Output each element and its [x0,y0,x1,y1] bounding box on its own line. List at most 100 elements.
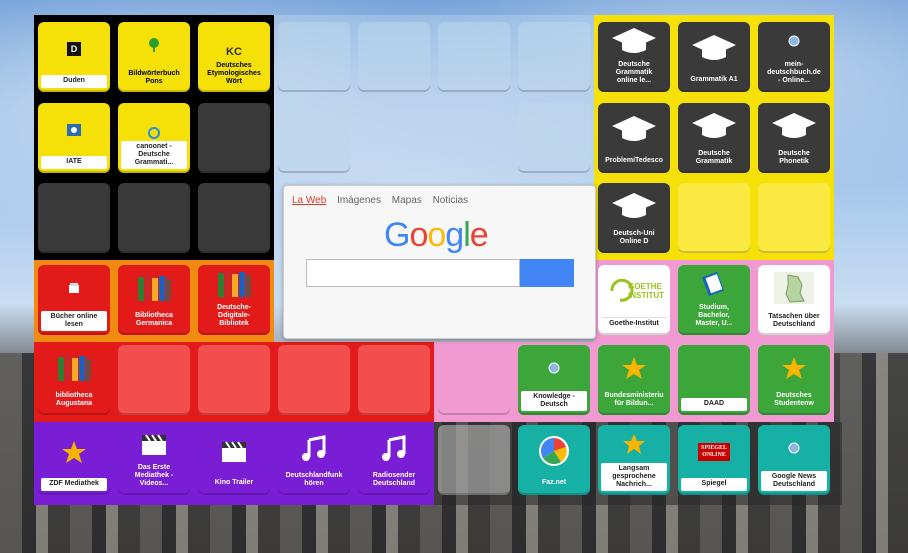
tile-zdf-mediathek[interactable]: ZDF Mediathek [38,425,110,495]
pons-icon [118,22,190,68]
graduation-cap-icon [598,103,670,155]
iate-icon [38,103,110,156]
tile-label: Spiegel [681,478,747,491]
search-button[interactable] [520,259,574,287]
tile-empty[interactable] [358,22,430,92]
tile-problemitedesco[interactable]: ProblemiTedesco [598,103,670,173]
tile-iate[interactable]: IATE [38,103,110,173]
star-icon [758,345,830,390]
tile-langsam-nachrichten[interactable]: Langsam gesprochene Nachrich... [598,425,670,495]
tile-empty[interactable] [518,22,590,92]
tile-empty[interactable] [278,103,350,173]
svg-text:GOETHE: GOETHE [628,282,662,291]
tile-das-erste-mediathek[interactable]: Das Erste Mediathek - Videos... [118,425,190,495]
tab-maps[interactable]: Mapas [392,195,422,206]
tile-deutsch-uni-online[interactable]: Deutsch-Uni Online D [598,183,670,253]
tile-label: IATE [41,156,107,169]
book-reader-icon [38,265,110,311]
tile-bibliotheca-augustana[interactable]: bibliotheca Augustana [38,345,110,415]
graduation-cap-icon [758,103,830,148]
tile-empty[interactable] [438,345,510,415]
music-note-icon [278,425,350,470]
tile-kino-trailer[interactable]: Kino Trailer [198,425,270,495]
books-icon [38,345,110,390]
tile-goethe-institut[interactable]: GOETHE INSTITUT Goethe-Institut [598,265,670,335]
tile-label: Knowledge - Deutsch [521,391,587,411]
tile-duden[interactable]: D Duden [38,22,110,92]
goethe-logo-icon: GOETHE INSTITUT [598,265,670,317]
tile-label: Deutsche Phonetik [778,150,810,165]
tab-images[interactable]: Imágenes [337,195,381,206]
book-icon [678,265,750,302]
graduation-cap-icon [678,103,750,148]
graduation-cap-icon [598,22,670,59]
tile-empty[interactable] [758,183,830,253]
germany-map-icon [758,265,830,311]
tile-bibliotheca-germanica[interactable]: Bibliotheca Germanica [118,265,190,335]
color-wheel-icon [518,425,590,477]
tile-empty[interactable] [198,345,270,415]
tile-bucher-online[interactable]: Bücher online lesen [38,265,110,335]
tile-empty[interactable] [198,183,270,253]
tile-faz[interactable]: Faz.net [518,425,590,495]
tile-label: Deutschlandfunk hören [285,472,343,487]
tile-label: Bücher online lesen [41,311,107,331]
tile-empty[interactable] [278,345,350,415]
tile-empty[interactable] [38,183,110,253]
tile-tatsachen[interactable]: Tatsachen über Deutschland [758,265,830,335]
tile-empty[interactable] [438,22,510,92]
tile-label: Goethe-Institut [601,317,667,331]
tile-spiegel[interactable]: SPIEGEL ONLINE Spiegel [678,425,750,495]
globe-icon [518,345,590,391]
tile-label: Kino Trailer [214,479,254,486]
books-icon [198,265,270,302]
tile-deutsches-studentenwerk[interactable]: Deutsches Studentenw [758,345,830,415]
tile-empty[interactable] [118,183,190,253]
books-icon [118,265,190,310]
tile-empty[interactable] [678,183,750,253]
tile-label: Bildwörterbuch Pons [128,70,180,85]
tile-radiosender[interactable]: Radiosender Deutschland [358,425,430,495]
graduation-cap-icon [678,22,750,74]
tile-bundesministerium[interactable]: Bundesministeriu für Bildun... [598,345,670,415]
tile-label: Deutsch-Uni Online D [613,230,655,245]
tile-deutsche-phonetik[interactable]: Deutsche Phonetik [758,103,830,173]
tile-label: Deutsche Grammatik online le... [615,61,653,84]
tile-etymologisch[interactable]: KC Deutsches Etymologisches Wört [198,22,270,92]
tile-canoonet[interactable]: canoonet - Deutsche Grammati... [118,103,190,173]
tile-empty[interactable] [518,103,590,173]
globe-icon [758,425,830,471]
tile-empty[interactable] [278,22,350,92]
tile-google-news[interactable]: Google News Deutschland [758,425,830,495]
tile-label: Deutsches Studentenw [774,392,814,407]
tile-deutsche-grammatik-online[interactable]: Deutsche Grammatik online le... [598,22,670,92]
tile-label: Deutsche- Ddigitale- Bibliotek [217,304,251,327]
tab-web[interactable]: La Web [292,195,326,206]
star-icon [38,425,110,478]
tile-deutschlandfunk[interactable]: Deutschlandfunk hören [278,425,350,495]
tile-deutsche-grammatik[interactable]: Deutsche Grammatik [678,103,750,173]
tile-grammatik-a1[interactable]: Grammatik A1 [678,22,750,92]
tile-label: ZDF Mediathek [41,478,107,491]
tab-news[interactable]: Noticias [433,195,469,206]
tile-label: Tatsachen über Deutschland [761,311,827,331]
tile-mein-deutschbuch[interactable]: mein- deutschbuch.de - Online... [758,22,830,92]
tile-empty[interactable] [438,425,510,495]
tile-daad[interactable]: DAAD [678,345,750,415]
tile-deutsche-digitale-bibliothek[interactable]: Deutsche- Ddigitale- Bibliotek [198,265,270,335]
google-logo: Google [384,216,489,254]
tile-empty[interactable] [118,345,190,415]
tile-label: Bibliotheca Germanica [135,312,173,327]
search-input[interactable] [306,259,520,287]
tile-knowledge-deutsch[interactable]: Knowledge - Deutsch [518,345,590,415]
tile-studium[interactable]: Studium, Bachelor, Master, U... [678,265,750,335]
tile-label: Duden [41,75,107,88]
tile-empty[interactable] [198,103,270,173]
tile-label: canoonet - Deutsche Grammati... [121,141,187,169]
tile-empty[interactable] [358,345,430,415]
tile-label: Google News Deutschland [761,471,827,491]
tile-label: Bundesministeriu für Bildun... [604,392,664,407]
tile-pons[interactable]: Bildwörterbuch Pons [118,22,190,92]
graduation-cap-icon [598,183,670,228]
speed-dial-panel: D Duden Bildwörterbuch Pons KC Deutsches… [34,15,842,505]
